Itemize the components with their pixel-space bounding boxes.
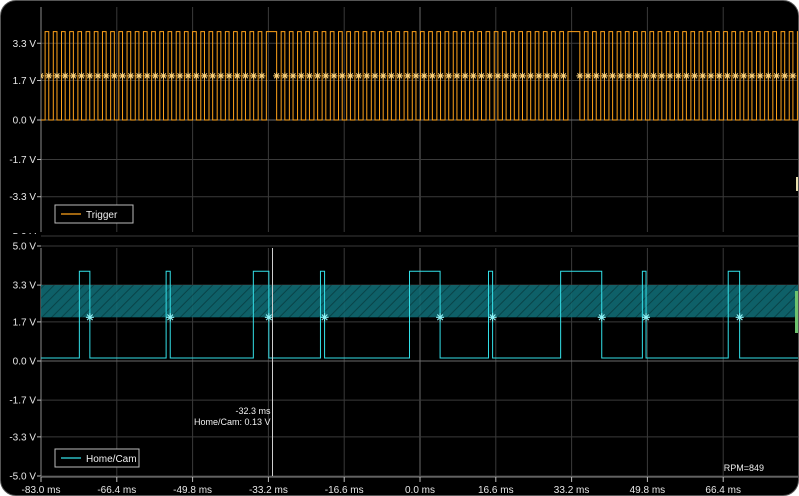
x-tick-label: -33.2 ms	[249, 485, 288, 496]
trigger-marker	[250, 72, 258, 80]
trigger-marker	[527, 72, 535, 80]
oscilloscope-view[interactable]: 3.3 V 1.7 V 0.0 V -1.7 V -3.3 V -5.0 V Trigge…	[1, 1, 799, 496]
trigger-marker	[102, 72, 110, 80]
cam-marker	[436, 313, 445, 322]
trigger-marker	[151, 72, 159, 80]
trigger-marker	[61, 72, 69, 80]
trigger-marker	[396, 72, 404, 80]
cam-legend[interactable]: Home/Cam	[54, 448, 140, 468]
cam-threshold-band	[41, 285, 798, 318]
trigger-marker	[748, 72, 756, 80]
trigger-marker	[346, 72, 354, 80]
trigger-marker	[666, 72, 674, 80]
trigger-marker	[600, 72, 608, 80]
trigger-marker	[209, 72, 217, 80]
trigger-marker	[699, 72, 707, 80]
trigger-marker	[576, 72, 584, 80]
trigger-marker	[682, 72, 690, 80]
x-tick-label: 16.6 ms	[478, 485, 514, 496]
cam-marker	[597, 313, 606, 322]
trigger-marker	[715, 72, 723, 80]
cam-marker	[642, 313, 651, 322]
y-tick-label: -5.0 V	[9, 472, 36, 483]
trigger-panel: 3.3 V1.7 V0.0 V-1.7 V-3.3 V-5.0 V Trigge…	[9, 7, 798, 243]
trigger-marker	[110, 72, 118, 80]
trigger-marker	[143, 72, 151, 80]
trigger-marker	[535, 72, 543, 80]
trigger-marker	[217, 72, 225, 80]
trigger-marker	[94, 72, 102, 80]
trigger-marker	[135, 72, 143, 80]
cam-band-rect	[41, 285, 798, 318]
cursor-value-label: Home/Cam: 0.13 V	[194, 417, 271, 427]
trigger-marker	[184, 72, 192, 80]
trigger-marker	[740, 72, 748, 80]
trigger-marker	[633, 72, 641, 80]
cam-marker	[320, 313, 329, 322]
trigger-marker	[78, 72, 86, 80]
trigger-marker	[559, 72, 567, 80]
trigger-legend-label: Trigger	[86, 210, 118, 221]
x-tick-label: -66.4 ms	[97, 485, 136, 496]
y-tick-label: -1.7 V	[9, 396, 36, 407]
y-tick-label: 5.0 V	[13, 242, 37, 253]
trigger-marker	[609, 72, 617, 80]
trigger-marker	[127, 72, 135, 80]
trigger-marker	[160, 72, 168, 80]
trigger-marker	[176, 72, 184, 80]
x-tick-label: -49.8 ms	[173, 485, 212, 496]
cam-scale-handle[interactable]	[795, 291, 799, 333]
rpm-readout: RPM=849	[724, 463, 764, 473]
trigger-marker	[543, 72, 551, 80]
y-tick-label: -3.3 V	[9, 432, 36, 443]
y-tick-label: 0.0 V	[13, 116, 37, 127]
y-tick-label: -3.3 V	[9, 192, 36, 203]
trigger-legend[interactable]: Trigger	[54, 204, 134, 224]
scope-window: 3.3 V 1.7 V 0.0 V -1.7 V -3.3 V -5.0 V Trigge…	[0, 0, 799, 496]
trigger-marker	[168, 72, 176, 80]
trigger-marker	[86, 72, 94, 80]
x-tick-label: 49.8 ms	[630, 485, 666, 496]
trigger-marker	[781, 72, 789, 80]
trigger-marker	[674, 72, 682, 80]
trigger-marker	[200, 72, 208, 80]
time-axis[interactable]: -83.0 ms -66.4 ms -49.8 ms -33.2 ms -16.6 ms…	[22, 476, 799, 496]
trigger-marker	[69, 72, 77, 80]
x-tick-label: 0.0 ms	[405, 485, 435, 496]
cam-legend-label: Home/Cam	[86, 454, 137, 465]
y-tick-label: 3.3 V	[13, 39, 37, 50]
trigger-marker	[241, 72, 249, 80]
y-tick-label: -1.7 V	[9, 155, 36, 166]
trigger-marker	[233, 72, 241, 80]
x-tick-label: 66.4 ms	[705, 485, 741, 496]
trigger-marker	[225, 72, 233, 80]
cam-marker	[735, 313, 744, 322]
trigger-marker	[119, 72, 127, 80]
trigger-marker	[379, 72, 387, 80]
y-tick-label: 0.0 V	[13, 357, 37, 368]
cursor-time-label: -32.3 ms	[235, 406, 271, 416]
x-tick-label: -83.0 ms	[22, 485, 61, 496]
trigger-marker	[707, 72, 715, 80]
y-tick-label: 1.7 V	[13, 317, 37, 328]
y-tick-label: 1.7 V	[13, 76, 37, 87]
trigger-marker	[363, 72, 371, 80]
trigger-marker	[773, 72, 781, 80]
cam-panel: 5.0 V 3.3 V 1.7 V 0.0 V -1.7 V -3.3 V -5.0 V -…	[9, 242, 798, 483]
trigger-marker	[641, 72, 649, 80]
trigger-y-axis: 3.3 V1.7 V0.0 V-1.7 V-3.3 V-5.0 V	[9, 39, 41, 243]
cam-marker	[264, 313, 273, 322]
cam-y-axis: 5.0 V 3.3 V 1.7 V 0.0 V -1.7 V -3.3 V -5.0 V	[9, 242, 41, 483]
x-tick-label: -16.6 ms	[325, 485, 364, 496]
cam-marker	[488, 313, 497, 322]
trigger-marker	[192, 72, 200, 80]
trigger-marker	[510, 72, 518, 80]
y-tick-label: 3.3 V	[13, 281, 37, 292]
x-tick-label: 33.2 ms	[554, 485, 590, 496]
trigger-marker	[732, 72, 740, 80]
